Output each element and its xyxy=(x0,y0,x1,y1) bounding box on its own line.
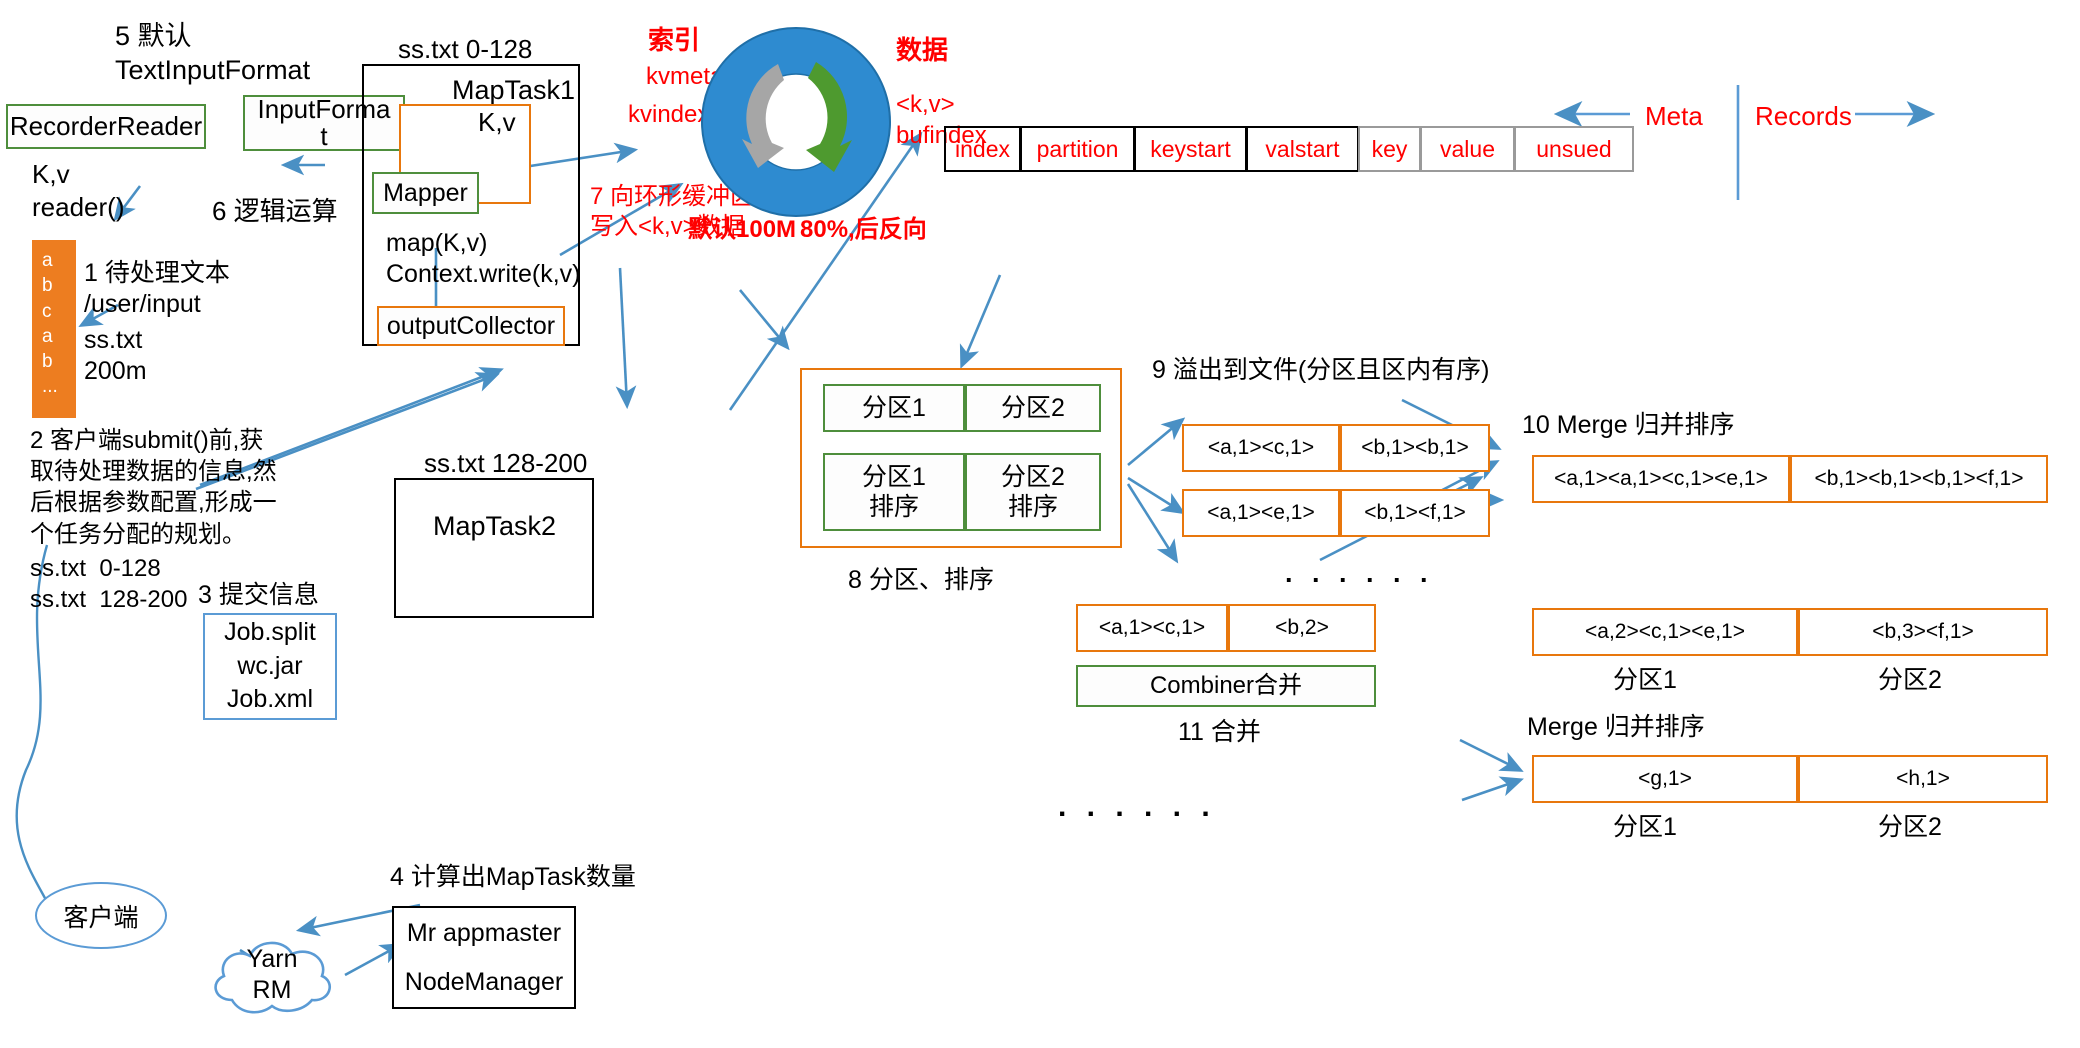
nodemanager-label: NodeManager xyxy=(404,968,564,997)
maptask1-label: MapTask1 xyxy=(452,75,576,105)
client-ellipse[interactable]: 客户端 xyxy=(35,882,167,949)
mapreduce-shuffle-diagram: 5 默认 TextInputFormat RecorderReader Inpu… xyxy=(0,0,2080,1048)
combine-result-caption-2: 分区2 xyxy=(1878,666,1942,694)
final-partition-1[interactable]: <g,1> xyxy=(1532,755,1798,803)
spill-file-2-part-2[interactable]: <b,1><f,1> xyxy=(1340,489,1490,537)
combine-result-partition-1[interactable]: <a,2><c,1><e,1> xyxy=(1532,608,1798,656)
spill-file-1-part-1-label: <a,1><c,1> xyxy=(1207,436,1315,459)
map-write-label: map(K,v) Context.write(k,v) xyxy=(386,229,581,289)
kvindex-label: kvindex xyxy=(628,101,710,128)
mapper-label: Mapper xyxy=(383,179,468,207)
combine-result-partition-2-label: <b,3><f,1> xyxy=(1872,620,1974,643)
step-10-label: 10 Merge 归并排序 xyxy=(1522,411,1735,439)
job-split-label: Job.split xyxy=(224,617,316,646)
job-files-box[interactable]: Job.split wc.jar Job.xml xyxy=(203,613,337,720)
yarn-rm-cloud[interactable]: Yarn RM xyxy=(206,930,338,1020)
partition-1-label: 分区1 xyxy=(862,394,926,422)
merged-partition-2[interactable]: <b,1><b,1><b,1><f,1> xyxy=(1790,455,2048,503)
spill-ellipsis: . . . . . . xyxy=(1285,558,1434,588)
partition-2-box[interactable]: 分区2 xyxy=(965,384,1101,432)
meta-cell-keystart: keystart xyxy=(1134,126,1246,172)
maptask1-kv-label: K,v xyxy=(478,107,516,137)
step-1-label: 1 待处理文本 /user/input xyxy=(84,259,230,319)
ring-buffer xyxy=(700,26,892,218)
kv-reader-label: K,v reader() xyxy=(32,159,125,222)
step-5-label: 5 默认 TextInputFormat xyxy=(115,21,311,85)
step-3-label: 3 提交信息 xyxy=(198,581,319,609)
yarn-rm-label: Yarn RM xyxy=(246,945,298,1005)
meta-cell-partition: partition xyxy=(1020,126,1134,172)
output-collector-label: outputCollector xyxy=(386,312,556,340)
step-11-label: 11 合并 xyxy=(1178,718,1261,746)
combine-source-partition-1[interactable]: <a,1><c,1> xyxy=(1076,604,1228,652)
combine-source-partition-1-label: <a,1><c,1> xyxy=(1098,616,1206,639)
spill-file-2-part-2-label: <b,1><f,1> xyxy=(1364,501,1466,524)
merged-partition-1-label: <a,1><a,1><c,1><e,1> xyxy=(1554,467,1768,490)
partition-2-sorted-label: 分区2 排序 xyxy=(1001,463,1065,521)
split-2-label: ss.txt 128-200 xyxy=(424,448,588,478)
input-text-block-chars: a b c a b ... xyxy=(42,250,58,398)
output-collector-box[interactable]: outputCollector xyxy=(377,306,565,346)
spill-file-1-part-2-label: <b,1><b,1> xyxy=(1361,436,1469,459)
mr-appmaster-box[interactable]: Mr appmaster NodeManager xyxy=(392,906,576,1009)
merged-partition-2-label: <b,1><b,1><b,1><f,1> xyxy=(1814,467,2024,490)
merged-partition-1[interactable]: <a,1><a,1><c,1><e,1> xyxy=(1532,455,1790,503)
step-2-splits: ss.txt 0-128 ss.txt 128-200 xyxy=(30,555,188,614)
ring-spill-pct-label: 80%,后反向 xyxy=(800,216,927,243)
bottom-ellipsis: . . . . . . xyxy=(1058,790,1216,823)
maptask2-label: MapTask2 xyxy=(433,511,557,541)
record-cell-unsued: unsued xyxy=(1514,126,1634,172)
meta-label: Meta xyxy=(1645,101,1703,131)
partition-1-sorted-label: 分区1 排序 xyxy=(862,463,926,521)
record-cell-key: key xyxy=(1358,126,1420,172)
partition-2-label: 分区2 xyxy=(1001,394,1065,422)
wc-jar-label: wc.jar xyxy=(237,651,303,680)
step-1-file: ss.txt 200m xyxy=(84,326,147,386)
ring-data-title: 数据 xyxy=(896,35,949,65)
merge-second-label: Merge 归并排序 xyxy=(1527,713,1705,741)
spill-file-2-part-1[interactable]: <a,1><e,1> xyxy=(1182,489,1340,537)
ring-index-title: 索引 xyxy=(648,25,701,55)
ring-default-size-label: 默认100M xyxy=(688,216,797,243)
combine-source-partition-2-label: <b,2> xyxy=(1275,616,1329,639)
combiner-label: Combiner合并 xyxy=(1149,671,1303,699)
spill-file-1-part-2[interactable]: <b,1><b,1> xyxy=(1340,424,1490,472)
maptask2-box[interactable] xyxy=(394,478,594,618)
meta-cell-index: index xyxy=(944,126,1020,172)
record-cell-value: value xyxy=(1420,126,1514,172)
final-partition-2[interactable]: <h,1> xyxy=(1798,755,2048,803)
combine-source-partition-2[interactable]: <b,2> xyxy=(1228,604,1376,652)
split-1-label: ss.txt 0-128 xyxy=(398,34,533,64)
job-xml-label: Job.xml xyxy=(226,685,314,714)
partition-2-sorted-box[interactable]: 分区2 排序 xyxy=(965,453,1101,531)
combine-result-caption-1: 分区1 xyxy=(1613,666,1677,694)
spill-file-1-part-1[interactable]: <a,1><c,1> xyxy=(1182,424,1340,472)
kvbuffer-layout-table: index partition keystart valstart key va… xyxy=(944,126,1634,172)
recorder-reader-box[interactable]: RecorderReader xyxy=(6,104,206,149)
spill-file-2-part-1-label: <a,1><e,1> xyxy=(1207,501,1315,524)
client-label: 客户端 xyxy=(63,903,139,932)
final-caption-2: 分区2 xyxy=(1878,813,1942,841)
step-9-label: 9 溢出到文件(分区且区内有序) xyxy=(1152,356,1490,384)
step-2-label: 2 客户端submit()前,获 取待处理数据的信息,然 后根据参数配置,形成一… xyxy=(30,427,277,548)
step-8-label: 8 分区、排序 xyxy=(848,566,994,594)
final-caption-1: 分区1 xyxy=(1613,813,1677,841)
partition-1-sorted-box[interactable]: 分区1 排序 xyxy=(823,453,965,531)
combine-result-partition-1-label: <a,2><c,1><e,1> xyxy=(1585,620,1745,643)
partition-1-box[interactable]: 分区1 xyxy=(823,384,965,432)
meta-cell-valstart: valstart xyxy=(1246,126,1358,172)
records-label: Records xyxy=(1755,101,1852,131)
mapper-box[interactable]: Mapper xyxy=(372,172,479,214)
final-partition-1-label: <g,1> xyxy=(1638,767,1692,790)
combine-result-partition-2[interactable]: <b,3><f,1> xyxy=(1798,608,2048,656)
recorder-reader-label: RecorderReader xyxy=(9,110,203,141)
ring-kv-label: <k,v> xyxy=(896,91,955,118)
step-6-label: 6 逻辑运算 xyxy=(212,196,338,226)
step-4-label: 4 计算出MapTask数量 xyxy=(390,863,636,891)
combiner-box[interactable]: Combiner合并 xyxy=(1076,665,1376,707)
circular-buffer-icon xyxy=(701,27,891,217)
final-partition-2-label: <h,1> xyxy=(1896,767,1950,790)
mr-appmaster-label: Mr appmaster xyxy=(406,918,562,947)
